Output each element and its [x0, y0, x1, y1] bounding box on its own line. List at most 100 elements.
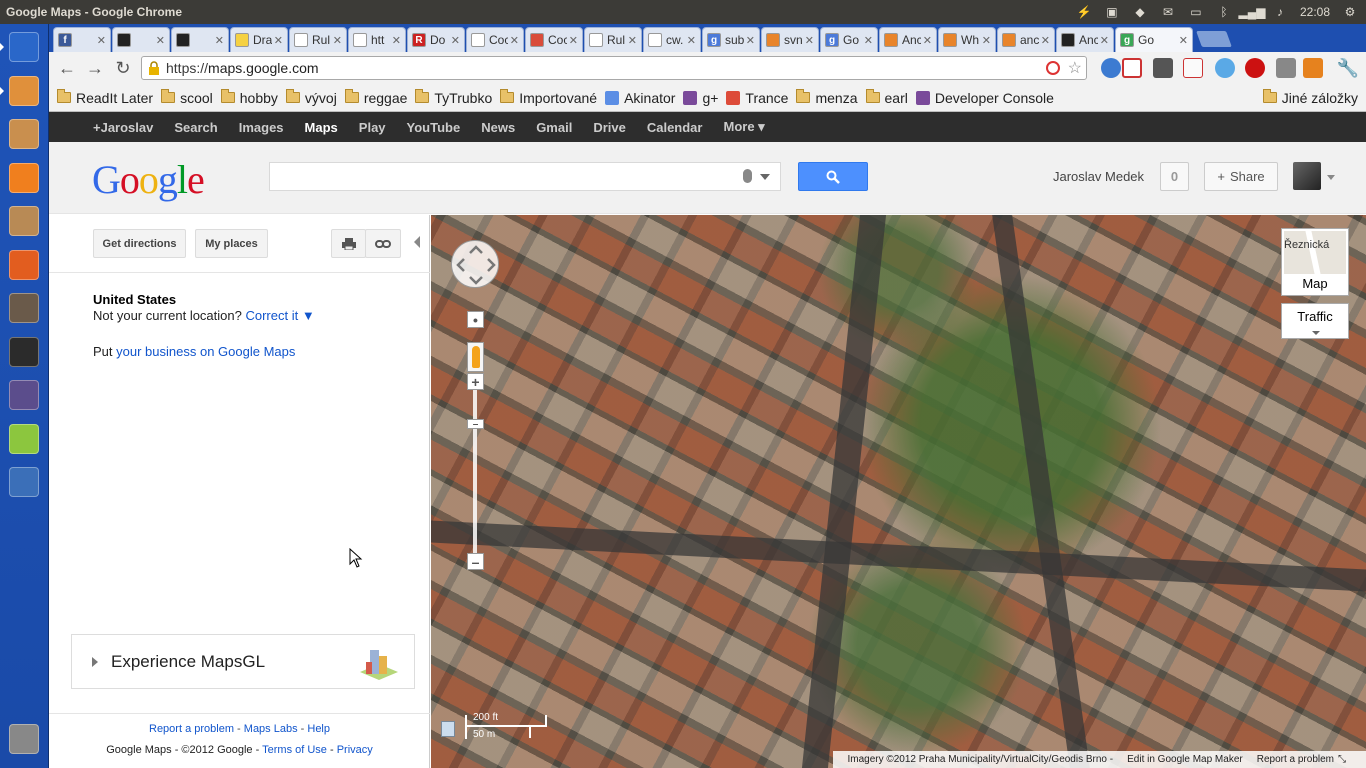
zoom-reset-button[interactable]: •: [467, 311, 484, 328]
browser-tab[interactable]: Rul ✕: [289, 27, 347, 52]
browser-tab[interactable]: g sub ✕: [702, 27, 760, 52]
subscribe-icon[interactable]: [1046, 61, 1060, 75]
tab-close-icon[interactable]: ✕: [569, 34, 578, 47]
extension-k-icon[interactable]: [1303, 58, 1323, 78]
extension-stop-icon[interactable]: [1245, 58, 1265, 78]
wrench-menu-icon[interactable]: 🔧: [1334, 54, 1362, 82]
back-button[interactable]: ←: [53, 54, 81, 82]
bookmark-item[interactable]: TyTrubko: [415, 89, 492, 106]
bookmark-item[interactable]: earl: [865, 89, 908, 106]
privacy-link[interactable]: Privacy: [337, 744, 373, 756]
tab-close-icon[interactable]: ✕: [923, 34, 932, 47]
gbar-link[interactable]: Play: [359, 120, 386, 135]
tab-close-icon[interactable]: ✕: [333, 34, 342, 47]
launcher-app-icon[interactable]: [5, 115, 43, 153]
resize-icon[interactable]: ⤡: [1338, 754, 1352, 765]
user-name[interactable]: Jaroslav Medek: [1053, 169, 1144, 184]
zoom-slider-handle[interactable]: –: [467, 419, 484, 430]
extension-grey-icon[interactable]: [1276, 58, 1296, 78]
bookmark-item[interactable]: Importované: [500, 89, 597, 106]
search-options-icon[interactable]: [760, 174, 770, 180]
tab-close-icon[interactable]: ✕: [1179, 34, 1188, 47]
volume-icon[interactable]: ♪: [1272, 5, 1288, 19]
my-places-button[interactable]: My places: [195, 229, 268, 258]
zoom-out-button[interactable]: –: [467, 553, 484, 570]
notifications-count[interactable]: 0: [1160, 162, 1189, 191]
clock[interactable]: 22:08: [1300, 5, 1330, 19]
map-canvas[interactable]: • + – – Řeznická Map Traffic 200 ft 50 m…: [431, 215, 1366, 768]
mapsgl-promo[interactable]: Experience MapsGL: [71, 634, 415, 689]
tab-close-icon[interactable]: ✕: [156, 34, 165, 47]
launcher-app-icon[interactable]: [5, 159, 43, 197]
battery-icon[interactable]: ▭: [1188, 5, 1204, 19]
tab-close-icon[interactable]: ✕: [805, 34, 814, 47]
correct-it-link[interactable]: Correct it ▼: [245, 308, 314, 323]
tab-close-icon[interactable]: ✕: [982, 34, 991, 47]
extension-calendar-icon[interactable]: [1183, 58, 1203, 78]
gbar-link[interactable]: News: [481, 120, 515, 135]
browser-tab[interactable]: R Do ✕: [407, 27, 465, 52]
gear-icon[interactable]: ⚙: [1342, 5, 1358, 19]
gbar-link[interactable]: More ▾: [723, 119, 764, 135]
launcher-app-icon[interactable]: [5, 720, 43, 758]
zoom-slider-track[interactable]: [473, 375, 477, 560]
launcher-app-icon[interactable]: [5, 376, 43, 414]
address-bar[interactable]: https://maps.google.com ☆: [141, 56, 1087, 80]
search-input[interactable]: [269, 162, 781, 191]
launcher-app-icon[interactable]: [5, 289, 43, 327]
browser-tab[interactable]: g Go ✕: [1115, 27, 1193, 52]
network-icon[interactable]: ▂▄▆: [1238, 5, 1265, 19]
forward-button[interactable]: →: [81, 54, 109, 82]
browser-tab[interactable]: Anc ✕: [879, 27, 937, 52]
collapse-panel-icon[interactable]: [414, 236, 420, 248]
extension-gmail-icon[interactable]: [1122, 58, 1142, 78]
extension-bird-icon[interactable]: [1215, 58, 1235, 78]
gbar-link[interactable]: Drive: [593, 120, 626, 135]
launcher-app-icon[interactable]: [5, 463, 43, 501]
browser-tab[interactable]: htt ✕: [348, 27, 406, 52]
bookmark-item[interactable]: reggae: [344, 89, 407, 106]
tab-close-icon[interactable]: ✕: [628, 34, 637, 47]
pegman-icon[interactable]: [467, 342, 484, 372]
tab-close-icon[interactable]: ✕: [215, 34, 224, 47]
browser-tab[interactable]: Wh ✕: [938, 27, 996, 52]
launcher-app-icon[interactable]: [5, 202, 43, 240]
new-tab-button[interactable]: [1196, 31, 1232, 47]
report-problem-link[interactable]: Report a problem: [149, 723, 234, 735]
gbar-link[interactable]: Search: [174, 120, 217, 135]
bookmark-star-icon[interactable]: ☆: [1068, 58, 1082, 78]
browser-tab[interactable]: ✕: [112, 27, 170, 52]
browser-tab[interactable]: g Go ✕: [820, 27, 878, 52]
terms-link[interactable]: Terms of Use: [262, 744, 327, 756]
gbar-link[interactable]: Calendar: [647, 120, 703, 135]
gbar-link[interactable]: +Jaroslav: [93, 120, 153, 135]
share-button[interactable]: + Share: [1204, 162, 1278, 191]
tab-close-icon[interactable]: ✕: [451, 34, 460, 47]
tab-close-icon[interactable]: ✕: [687, 34, 696, 47]
traffic-button[interactable]: Traffic: [1281, 303, 1349, 339]
edit-map-maker-link[interactable]: Edit in Google Map Maker: [1127, 754, 1243, 765]
reload-button[interactable]: ↻: [109, 54, 137, 82]
bookmark-item[interactable]: vývoj: [285, 89, 337, 106]
gbar-link[interactable]: Images: [239, 120, 284, 135]
map-report-problem-link[interactable]: Report a problem: [1257, 754, 1334, 765]
tab-close-icon[interactable]: ✕: [1100, 34, 1109, 47]
map-type-map-button[interactable]: Řeznická Map: [1281, 228, 1349, 296]
bookmark-item[interactable]: scool: [161, 89, 213, 106]
extension-m-icon[interactable]: [1153, 58, 1173, 78]
tab-close-icon[interactable]: ✕: [392, 34, 401, 47]
avatar[interactable]: [1293, 162, 1321, 190]
pan-control[interactable]: [451, 240, 499, 288]
bookmark-item[interactable]: g+: [683, 90, 718, 106]
other-bookmarks[interactable]: Jiné záložky: [1262, 89, 1358, 106]
microphone-icon[interactable]: [743, 169, 752, 183]
maps-labs-link[interactable]: Maps Labs: [244, 723, 298, 735]
bookmark-item[interactable]: menza: [796, 89, 858, 106]
help-link[interactable]: Help: [307, 723, 330, 735]
zoom-in-button[interactable]: +: [467, 373, 484, 390]
bookmark-item[interactable]: Developer Console: [915, 90, 1054, 106]
bookmark-item[interactable]: hobby: [220, 89, 278, 106]
clipboard-icon[interactable]: ▣: [1104, 5, 1120, 19]
launcher-app-icon[interactable]: [5, 420, 43, 458]
link-button[interactable]: [365, 229, 401, 258]
